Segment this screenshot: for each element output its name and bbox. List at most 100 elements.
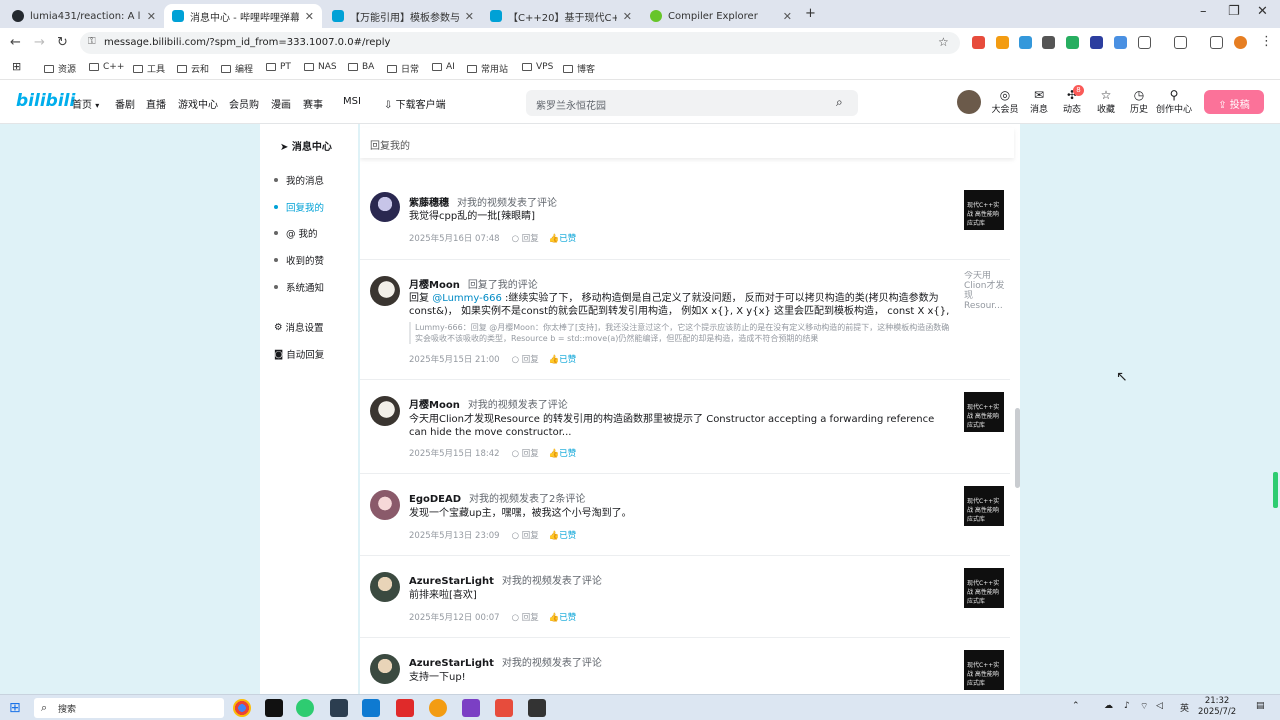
close-tab-icon[interactable]: ✕ <box>783 10 792 23</box>
nav-anime[interactable]: 番剧 <box>115 96 135 111</box>
bookmark-folder[interactable]: NAS <box>304 62 337 72</box>
header-vip[interactable]: ◎ 大会员 <box>990 88 1020 115</box>
search-app-icon[interactable] <box>429 699 447 717</box>
forward-icon[interactable]: → <box>34 35 45 50</box>
chrome-icon[interactable] <box>233 699 251 717</box>
nav-member-shop[interactable]: 会员购 <box>229 96 259 111</box>
bookmark-folder[interactable]: 常用站 <box>467 62 508 75</box>
side-widget-handle[interactable] <box>1273 472 1278 508</box>
app-icon[interactable] <box>330 699 348 717</box>
wifi-icon[interactable]: ⌔ <box>1140 701 1148 712</box>
video-thumbnail[interactable]: 现代C++实战 高性能响应式库 <box>964 568 1004 608</box>
bookmark-folder[interactable]: 工具 <box>133 62 165 75</box>
site-info-icon[interactable]: ⚿ <box>88 36 96 47</box>
sidebar-item-auto-reply[interactable]: ◙ 自动回复 <box>274 347 324 362</box>
avatar[interactable] <box>370 654 400 684</box>
network-icon[interactable]: ☁ <box>1104 701 1113 711</box>
avatar[interactable] <box>370 276 400 306</box>
apps-grid-icon[interactable]: ⊞ <box>12 60 21 73</box>
avatar[interactable] <box>370 572 400 602</box>
comment-text[interactable]: 回复 @Lummy-666 :继续实验了下， 移动构造倒是自己定义了就没问题， … <box>409 292 954 318</box>
bookmark-folder[interactable]: 云和 <box>177 62 209 75</box>
volume-icon[interactable]: ◁ <box>1156 701 1163 711</box>
bookmark-folder[interactable]: AI <box>432 62 455 72</box>
user-avatar[interactable] <box>957 90 981 114</box>
username[interactable]: AzureStarLight <box>409 658 494 669</box>
new-tab-button[interactable]: + <box>805 6 816 21</box>
comment-text[interactable]: 支持一下up! <box>409 671 954 684</box>
extension-icon[interactable] <box>1090 36 1103 49</box>
video-thumbnail[interactable]: 现代C++实战 高性能响应式库 <box>964 190 1004 230</box>
close-tab-icon[interactable]: ✕ <box>147 10 156 23</box>
scrollbar-thumb[interactable] <box>1015 408 1020 488</box>
microphone-icon[interactable]: ♪ <box>1124 701 1130 711</box>
sidebar-item-my-messages[interactable]: 我的消息 <box>274 173 324 187</box>
comment-text[interactable]: 发现一个宝藏up主，嘿嘿，被我这个小号淘到了。 <box>409 507 954 520</box>
bookmark-folder[interactable]: VPS <box>522 62 553 72</box>
reply-button[interactable]: ○ 回复 <box>512 529 539 541</box>
mention-link[interactable]: @Lummy-666 <box>432 293 502 304</box>
browser-tab[interactable]: 【C++20】基于现代C++从零✕ <box>482 4 640 28</box>
avatar[interactable] <box>370 396 400 426</box>
browser-tab[interactable]: lumia431/reaction: A lightwe✕ <box>4 4 164 28</box>
browser-tab[interactable]: Compiler Explorer ✕ <box>642 4 800 28</box>
extension-icon[interactable] <box>1042 36 1055 49</box>
search-input[interactable]: 紫罗兰永恒花园 ⌕ <box>526 90 858 116</box>
ime-indicator[interactable]: 英 <box>1180 701 1189 714</box>
bookmark-folder[interactable]: 资源 <box>44 62 76 75</box>
extension-icon[interactable] <box>1066 36 1079 49</box>
reply-button[interactable]: ○ 回复 <box>512 232 539 244</box>
close-window-button[interactable]: ✕ <box>1257 4 1268 19</box>
comment-text[interactable]: 前排来啦[喜欢] <box>409 589 954 602</box>
header-dynamic[interactable]: ✣ 动态 8 <box>1057 85 1087 115</box>
extension-icon[interactable] <box>1114 36 1127 49</box>
extension-icon[interactable] <box>996 36 1009 49</box>
reply-button[interactable]: ○ 回复 <box>512 611 539 623</box>
tiktok-icon[interactable] <box>265 699 283 717</box>
header-favorites[interactable]: ☆ 收藏 <box>1091 88 1121 115</box>
bookmark-folder[interactable]: 日常 <box>387 62 419 75</box>
taskbar-search[interactable]: ⌕ 搜索 <box>34 698 224 718</box>
wps-icon[interactable] <box>495 699 513 717</box>
sidebar-item-message-settings[interactable]: ⚙ 消息设置 <box>274 320 324 335</box>
header-messages[interactable]: ✉ 消息 <box>1024 88 1054 115</box>
reply-button[interactable]: ○ 回复 <box>512 353 539 365</box>
nav-manga[interactable]: 漫画 <box>271 96 291 111</box>
menu-icon[interactable]: ⋮ <box>1260 34 1273 49</box>
bookmark-folder[interactable]: 编程 <box>221 62 253 75</box>
nav-esports[interactable]: 赛事 <box>303 96 323 111</box>
browser-tab-active[interactable]: 消息中心 - 哔哩哔哩弹幕视频网✕ <box>164 4 322 28</box>
like-button[interactable]: 👍已赞 <box>549 529 577 541</box>
back-icon[interactable]: ← <box>10 35 21 50</box>
sidebar-item-replies[interactable]: 回复我的 <box>274 200 324 214</box>
comment-text[interactable]: 我觉得cpp乱的一批[辣眼睛] <box>409 210 954 223</box>
video-thumbnail[interactable]: 现代C++实战 高性能响应式库 <box>964 392 1004 432</box>
avatar[interactable] <box>370 490 400 520</box>
upload-button[interactable]: ⇪ 投稿 <box>1204 90 1264 114</box>
username[interactable]: EgoDEAD <box>409 494 461 505</box>
taskbar-clock[interactable]: 21:32 2025/7/2 <box>1198 696 1236 718</box>
bookmark-folder[interactable]: PT <box>266 62 291 72</box>
youdao-icon[interactable] <box>396 699 414 717</box>
profile-avatar[interactable] <box>1234 36 1247 49</box>
reload-icon[interactable]: ↻ <box>57 35 68 50</box>
reply-button[interactable]: ○ 回复 <box>512 447 539 459</box>
comment-text[interactable]: 今天用Clion才发现Resource 的转发引用的构造函数那里被提示了 Con… <box>409 413 954 439</box>
bookmark-folder[interactable]: 博客 <box>563 62 595 75</box>
header-creator-center[interactable]: ⚲ 创作中心 <box>1153 88 1195 115</box>
extensions-puzzle-icon[interactable] <box>1138 36 1151 49</box>
browser-tab[interactable]: 【万能引用】模板参数与万能引✕ <box>324 4 482 28</box>
like-button[interactable]: 👍已赞 <box>549 447 577 459</box>
nav-msi[interactable]: MSI <box>343 96 361 107</box>
windows-start-icon[interactable]: ⊞ <box>9 700 21 716</box>
search-icon[interactable]: ⌕ <box>836 95 843 110</box>
like-button[interactable]: 👍已赞 <box>549 611 577 623</box>
avatar[interactable] <box>370 192 400 222</box>
tray-chevron-icon[interactable]: ⌃ <box>1072 701 1080 711</box>
nav-game-center[interactable]: 游戏中心 <box>178 96 218 111</box>
username[interactable]: AzureStarLight <box>409 576 494 587</box>
video-thumbnail[interactable]: 现代C++实战 高性能响应式库 <box>964 486 1004 526</box>
notification-icon[interactable]: ▤ <box>1256 701 1265 711</box>
like-button[interactable]: 👍已赞 <box>549 232 577 244</box>
sidebar-item-likes[interactable]: 收到的赞 <box>274 253 324 267</box>
